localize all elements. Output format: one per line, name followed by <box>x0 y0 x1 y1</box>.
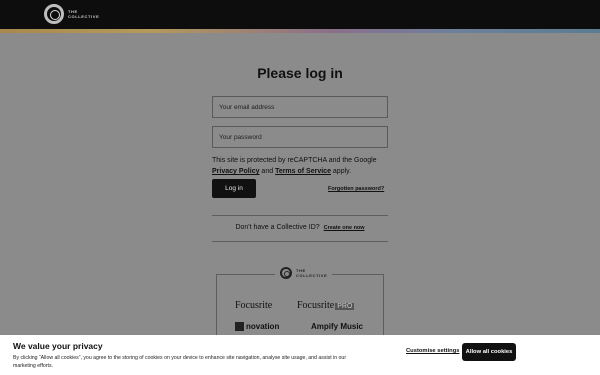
collective-brands-logo: THE COLLECTIVE <box>275 267 333 279</box>
forgotten-password-link[interactable]: Forgotten password? <box>328 186 384 192</box>
email-field[interactable] <box>212 96 388 118</box>
brand-name: novation <box>246 322 280 331</box>
cookie-description: By clicking “Allow all cookies”, you agr… <box>13 355 347 369</box>
cookie-title: We value your privacy <box>13 341 103 351</box>
brand-novation: novation <box>235 322 279 331</box>
logo-text-collective: COLLECTIVE <box>68 14 100 19</box>
logo-wordmark: THE COLLECTIVE <box>296 268 327 278</box>
allow-all-cookies-button[interactable]: Allow all cookies <box>462 343 516 361</box>
notice-and-text: and <box>259 168 276 175</box>
signup-text: Don't have a Collective ID? <box>235 224 320 231</box>
notice-text: This site is protected by reCAPTCHA and … <box>212 157 377 164</box>
page-title: Please log in <box>257 65 343 81</box>
brand-ampify-music: Ampify Music <box>311 322 364 331</box>
login-button[interactable]: Log in <box>212 179 256 198</box>
collective-logo-icon <box>280 267 292 279</box>
create-account-link[interactable]: Create one now <box>324 225 365 231</box>
divider <box>212 215 388 216</box>
logo-text-collective: COLLECTIVE <box>296 273 328 278</box>
brand-focusrite-pro: Focusrite PRO <box>297 300 355 311</box>
novation-icon <box>235 322 244 331</box>
cookie-banner: We value your privacy By clicking “Allow… <box>0 335 600 375</box>
password-field[interactable] <box>212 126 388 148</box>
notice-end-text: apply. <box>330 168 352 175</box>
customise-settings-link[interactable]: Customise settings <box>406 348 459 354</box>
login-page: Please log in This site is protected by … <box>0 33 600 344</box>
logo-wordmark: THE COLLECTIVE <box>68 9 99 19</box>
top-navigation-bar: THE COLLECTIVE <box>0 0 600 29</box>
brand-focusrite: Focusrite <box>235 300 273 311</box>
brands-box: THE COLLECTIVE Focusrite Focusrite PRO no… <box>216 267 384 344</box>
brand-name: Focusrite <box>297 300 335 311</box>
signup-prompt: Don't have a Collective ID? Create one n… <box>212 224 388 231</box>
pro-badge: PRO <box>335 303 355 310</box>
divider <box>212 241 388 242</box>
recaptcha-notice: This site is protected by reCAPTCHA and … <box>212 155 392 177</box>
collective-logo-icon <box>44 4 64 24</box>
terms-of-service-link[interactable]: Terms of Service <box>275 168 331 175</box>
the-collective-logo[interactable]: THE COLLECTIVE <box>44 4 99 24</box>
privacy-policy-link[interactable]: Privacy Policy <box>212 168 259 175</box>
